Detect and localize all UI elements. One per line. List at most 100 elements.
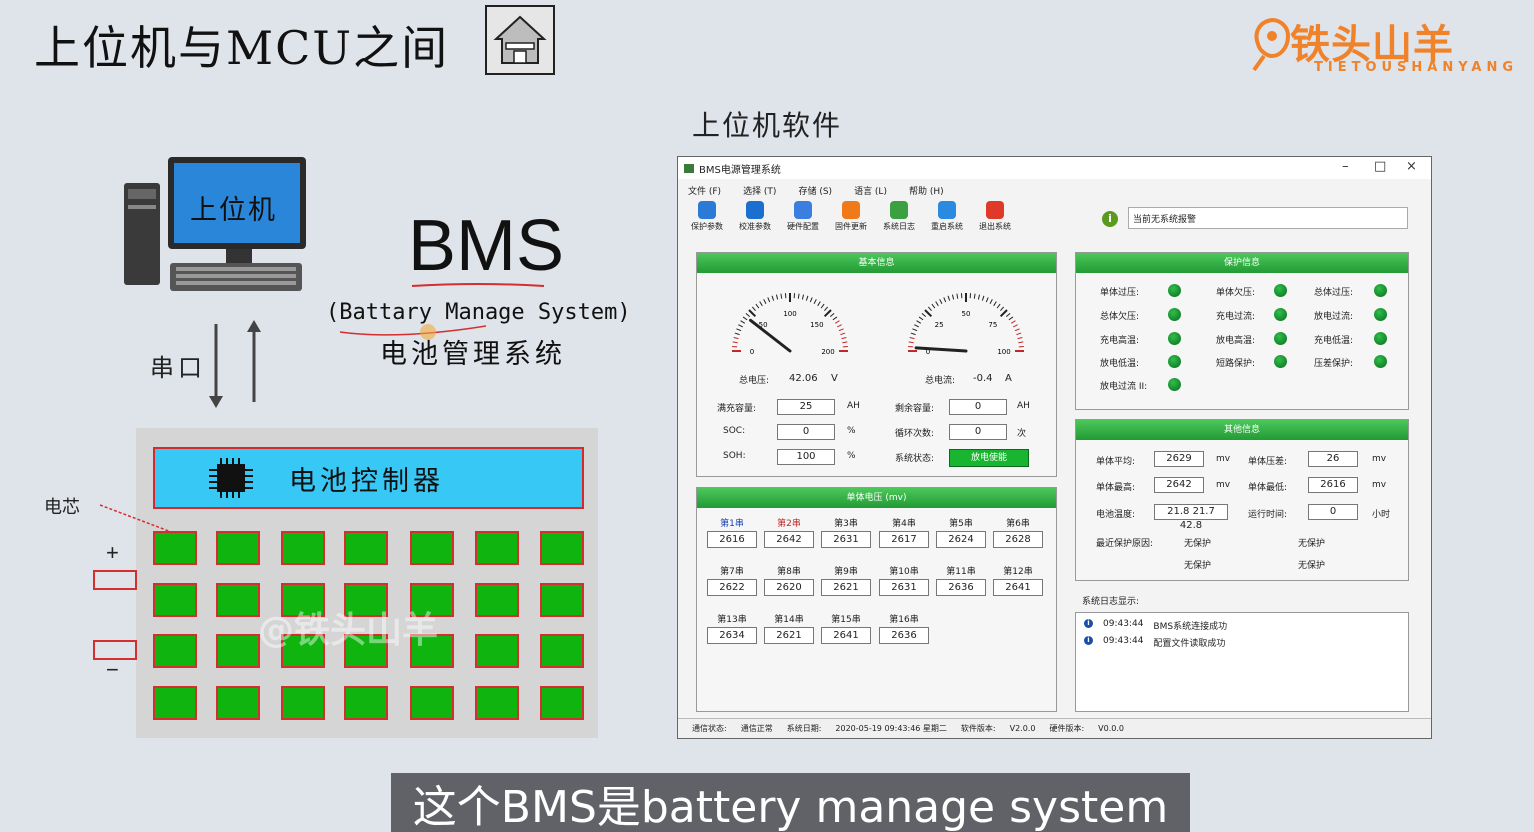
gauge-tick bbox=[989, 299, 993, 305]
close-button[interactable]: × bbox=[1406, 159, 1417, 174]
toolbar-button[interactable]: 校准参数 bbox=[734, 201, 776, 241]
remaining-capacity-field[interactable]: 0 bbox=[949, 399, 1007, 415]
cell-voltage-field[interactable]: 2642 bbox=[764, 531, 814, 548]
cell-name: 第8串 bbox=[777, 567, 801, 577]
refresh-icon bbox=[842, 201, 860, 219]
min-voltage-label: 单体最低: bbox=[1248, 483, 1288, 493]
battery-cell bbox=[475, 583, 519, 617]
status-led-indicator bbox=[1168, 378, 1181, 391]
battery-cell bbox=[153, 531, 197, 565]
cell-voltage-field[interactable]: 2628 bbox=[993, 531, 1043, 548]
toolbar-button[interactable]: 保护参数 bbox=[686, 201, 728, 241]
max-voltage-field[interactable]: 2642 bbox=[1154, 477, 1204, 493]
soh-field[interactable]: 100 bbox=[777, 449, 835, 465]
minus-sign: − bbox=[106, 657, 119, 682]
soc-field[interactable]: 0 bbox=[777, 424, 835, 440]
gauge-needle bbox=[914, 346, 968, 353]
cell-name: 第16串 bbox=[889, 615, 919, 625]
min-voltage-field[interactable]: 2616 bbox=[1308, 477, 1358, 493]
cell-voltage-field[interactable]: 2620 bbox=[764, 579, 814, 596]
gauge-tick bbox=[767, 297, 771, 303]
gauge-tick bbox=[927, 306, 932, 312]
home-button[interactable] bbox=[485, 5, 555, 75]
gauge-tick bbox=[985, 297, 989, 303]
cell-name: 第10串 bbox=[889, 567, 919, 577]
avg-voltage-field[interactable]: 2629 bbox=[1154, 451, 1204, 467]
log-time: 09:43:44 bbox=[1103, 636, 1144, 646]
battery-cell bbox=[344, 686, 388, 720]
toolbar-button[interactable]: 系统日志 bbox=[878, 201, 920, 241]
cell-voltage-field[interactable]: 2641 bbox=[993, 579, 1043, 596]
protect-reason-3: 无保护 bbox=[1184, 561, 1212, 571]
cell-voltage-field[interactable]: 2621 bbox=[821, 579, 871, 596]
cell-name: 第7串 bbox=[720, 567, 744, 577]
toolbar-button[interactable]: 退出系统 bbox=[974, 201, 1016, 241]
toolbar-button[interactable]: 重启系统 bbox=[926, 201, 968, 241]
protect-reason-1: 无保护 bbox=[1184, 539, 1212, 549]
menu-storage[interactable]: 存储 (S) bbox=[798, 184, 832, 197]
gauge-tick bbox=[742, 316, 748, 321]
gauge-tick bbox=[981, 295, 985, 301]
cell-voltage-field[interactable]: 2636 bbox=[879, 627, 929, 644]
cell-voltage-field[interactable]: 2631 bbox=[879, 579, 929, 596]
toolbar-button[interactable]: 固件更新 bbox=[830, 201, 872, 241]
protection-label: 放电过流: bbox=[1314, 312, 1354, 322]
gauge-tick bbox=[924, 309, 933, 318]
gauge-tick bbox=[842, 341, 848, 344]
protect-reason-4: 无保护 bbox=[1298, 561, 1326, 571]
gauge-tick bbox=[1017, 336, 1023, 340]
battery-cell bbox=[216, 583, 260, 617]
battery-temp-field[interactable]: 21.8 21.7 42.8 bbox=[1154, 504, 1228, 531]
cell-voltage-field[interactable]: 2616 bbox=[707, 531, 757, 548]
toolbar-button[interactable]: 硬件配置 bbox=[782, 201, 824, 241]
voltage-diff-field[interactable]: 26 bbox=[1308, 451, 1358, 467]
cell-name: 第6串 bbox=[1006, 519, 1030, 529]
gauge-tick bbox=[841, 336, 847, 340]
cell-voltage-field[interactable]: 2622 bbox=[707, 579, 757, 596]
cell-voltage-field[interactable]: 2634 bbox=[707, 627, 757, 644]
gauge-tick-label: 100 bbox=[997, 348, 1010, 356]
cycle-count-field[interactable]: 0 bbox=[949, 424, 1007, 440]
gauge-tick bbox=[909, 336, 915, 340]
status-bar: 通信状态: 通信正常 系统日期: 2020-05-19 09:43:46 星期二… bbox=[678, 718, 1431, 738]
runtime-unit: 小时 bbox=[1372, 510, 1391, 520]
protection-panel: 保护信息 单体过压: 单体欠压: 总体过压: 总体欠压: 充电过流: 放电过流: 充电高温:… bbox=[1075, 252, 1409, 410]
log-line: i 09:43:44 BMS系统连接成功 bbox=[1084, 619, 1227, 632]
status-led-indicator bbox=[1168, 284, 1181, 297]
cell-voltage-field[interactable]: 2631 bbox=[821, 531, 871, 548]
gauge-tick bbox=[834, 320, 840, 324]
cell-voltage-field[interactable]: 2624 bbox=[936, 531, 986, 548]
gauge-tick-label: 25 bbox=[935, 321, 944, 329]
remaining-capacity-label: 剩余容量: bbox=[895, 404, 935, 414]
bms-app-window: BMS电源管理系统 – □ × 文件 (F) 选择 (T) 存储 (S) 语言 … bbox=[677, 156, 1432, 739]
other-info-header: 其他信息 bbox=[1076, 420, 1408, 440]
gauge-tick bbox=[817, 301, 821, 307]
protection-label: 短路保护: bbox=[1216, 359, 1256, 369]
cell-voltage-field[interactable]: 2641 bbox=[821, 627, 871, 644]
logo-subtext: TIETOUSHANYANG bbox=[1314, 60, 1519, 75]
cell-name: 第11串 bbox=[946, 567, 976, 577]
status-led-indicator bbox=[1374, 308, 1387, 321]
menu-select[interactable]: 选择 (T) bbox=[743, 184, 776, 197]
menu-file[interactable]: 文件 (F) bbox=[688, 184, 721, 197]
minimize-button[interactable]: – bbox=[1342, 159, 1349, 174]
cell-voltage-field[interactable]: 2617 bbox=[879, 531, 929, 548]
gauge-tick bbox=[809, 297, 813, 303]
menu-language[interactable]: 语言 (L) bbox=[854, 184, 887, 197]
cell-voltage-field[interactable]: 2621 bbox=[764, 627, 814, 644]
gauge-tick-label: 150 bbox=[810, 321, 823, 329]
gauge-tick bbox=[996, 303, 1001, 309]
battery-cell bbox=[540, 686, 584, 720]
cell-voltage-panel: 单体电压 (mv) 第1串 2616 第2串 2642 第3串 2631 第4串 2617 第5… bbox=[696, 487, 1057, 712]
cell-voltage-field[interactable]: 2636 bbox=[936, 579, 986, 596]
gauge-tick bbox=[775, 294, 779, 300]
battery-cell bbox=[475, 686, 519, 720]
runtime-field[interactable]: 0 bbox=[1308, 504, 1358, 520]
menu-help[interactable]: 帮助 (H) bbox=[909, 184, 944, 197]
full-capacity-field[interactable]: 25 bbox=[777, 399, 835, 415]
status-led-indicator bbox=[1168, 332, 1181, 345]
remaining-capacity-unit: AH bbox=[1017, 401, 1030, 411]
avg-voltage-unit: mv bbox=[1216, 454, 1231, 464]
maximize-button[interactable]: □ bbox=[1374, 159, 1386, 174]
protection-label: 压差保护: bbox=[1314, 359, 1354, 369]
